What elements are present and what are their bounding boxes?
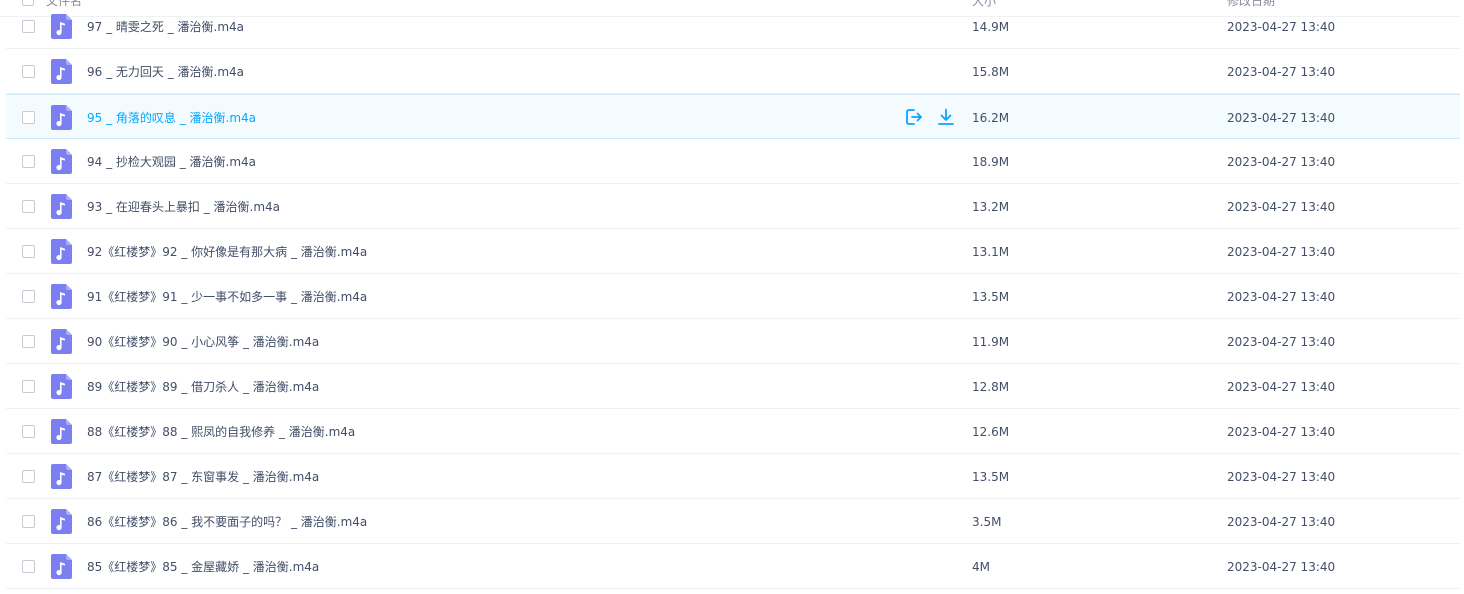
file-row[interactable]: 86《红楼梦》86 _ 我不要面子的吗？ _ 潘治衡.m4a 3.5M 2023-0… <box>6 499 1464 544</box>
file-name[interactable]: 92《红楼梦》92 _ 你好像是有那大病 _ 潘治衡.m4a <box>87 244 367 260</box>
music-file-icon <box>51 464 72 489</box>
music-file-icon <box>51 419 72 444</box>
file-date: 2023-04-27 13:40 <box>1227 515 1336 529</box>
file-date: 2023-04-27 13:40 <box>1227 290 1336 304</box>
file-name[interactable]: 87《红楼梦》87 _ 东窗事发 _ 潘治衡.m4a <box>87 469 319 485</box>
share-icon[interactable] <box>904 107 924 127</box>
file-date: 2023-04-27 13:40 <box>1227 155 1336 169</box>
music-file-icon <box>51 14 72 39</box>
row-checkbox[interactable] <box>22 380 35 393</box>
file-date: 2023-04-27 13:40 <box>1227 335 1336 349</box>
music-file-icon <box>51 105 72 130</box>
scrollbar[interactable] <box>1460 0 1464 594</box>
row-checkbox[interactable] <box>22 20 35 33</box>
file-size: 14.9M <box>972 20 1010 34</box>
file-size: 13.2M <box>972 200 1010 214</box>
file-name[interactable]: 90《红楼梦》90 _ 小心风筝 _ 潘治衡.m4a <box>87 334 319 350</box>
music-file-icon <box>51 509 72 534</box>
file-date: 2023-04-27 13:40 <box>1227 470 1336 484</box>
file-size: 13.5M <box>972 290 1010 304</box>
file-row[interactable]: 95 _ 角落的叹息 _ 潘治衡.m4a 16.2M 2023-04-27 13:4… <box>6 94 1464 139</box>
file-row[interactable]: 87《红楼梦》87 _ 东窗事发 _ 潘治衡.m4a 13.5M 2023-04-2… <box>6 454 1464 499</box>
file-date: 2023-04-27 13:40 <box>1227 111 1336 125</box>
row-checkbox[interactable] <box>22 245 35 258</box>
file-date: 2023-04-27 13:40 <box>1227 65 1336 79</box>
file-list: 97 _ 晴雯之死 _ 潘治衡.m4a 14.9M 2023-04-27 13:40… <box>6 4 1464 589</box>
file-row[interactable]: 97 _ 晴雯之死 _ 潘治衡.m4a 14.9M 2023-04-27 13:40 <box>6 4 1464 49</box>
music-file-icon <box>51 374 72 399</box>
file-date: 2023-04-27 13:40 <box>1227 245 1336 259</box>
file-name[interactable]: 95 _ 角落的叹息 _ 潘治衡.m4a <box>87 110 256 126</box>
file-name[interactable]: 88《红楼梦》88 _ 熙凤的自我修养 _ 潘治衡.m4a <box>87 424 355 440</box>
row-checkbox[interactable] <box>22 200 35 213</box>
music-file-icon <box>51 554 72 579</box>
file-name[interactable]: 96 _ 无力回天 _ 潘治衡.m4a <box>87 64 244 80</box>
file-row[interactable]: 88《红楼梦》88 _ 熙凤的自我修养 _ 潘治衡.m4a 12.6M 2023-0… <box>6 409 1464 454</box>
file-date: 2023-04-27 13:40 <box>1227 200 1336 214</box>
file-name[interactable]: 89《红楼梦》89 _ 借刀杀人 _ 潘治衡.m4a <box>87 379 319 395</box>
music-file-icon <box>51 284 72 309</box>
file-date: 2023-04-27 13:40 <box>1227 425 1336 439</box>
file-size: 15.8M <box>972 65 1010 79</box>
music-file-icon <box>51 194 72 219</box>
file-row[interactable]: 94 _ 抄检大观园 _ 潘治衡.m4a 18.9M 2023-04-27 13:4… <box>6 139 1464 184</box>
download-icon[interactable] <box>936 107 956 127</box>
row-checkbox[interactable] <box>22 515 35 528</box>
file-size: 13.1M <box>972 245 1010 259</box>
file-size: 16.2M <box>972 111 1010 125</box>
music-file-icon <box>51 149 72 174</box>
file-name[interactable]: 97 _ 晴雯之死 _ 潘治衡.m4a <box>87 19 244 35</box>
file-size: 12.6M <box>972 425 1010 439</box>
music-file-icon <box>51 239 72 264</box>
row-checkbox[interactable] <box>22 335 35 348</box>
file-row[interactable]: 89《红楼梦》89 _ 借刀杀人 _ 潘治衡.m4a 12.8M 2023-04-2… <box>6 364 1464 409</box>
row-checkbox[interactable] <box>22 290 35 303</box>
file-row[interactable]: 85《红楼梦》85 _ 金屋藏娇 _ 潘治衡.m4a 4M 2023-04-27 1… <box>6 544 1464 589</box>
row-checkbox[interactable] <box>22 111 35 124</box>
music-file-icon <box>51 59 72 84</box>
file-row[interactable]: 90《红楼梦》90 _ 小心风筝 _ 潘治衡.m4a 11.9M 2023-04-2… <box>6 319 1464 364</box>
row-checkbox[interactable] <box>22 155 35 168</box>
file-size: 13.5M <box>972 470 1010 484</box>
file-name[interactable]: 91《红楼梦》91 _ 少一事不如多一事 _ 潘治衡.m4a <box>87 289 367 305</box>
file-date: 2023-04-27 13:40 <box>1227 380 1336 394</box>
file-size: 3.5M <box>972 515 1002 529</box>
file-date: 2023-04-27 13:40 <box>1227 20 1336 34</box>
file-date: 2023-04-27 13:40 <box>1227 560 1336 574</box>
file-row[interactable]: 93 _ 在迎春头上暴扣 _ 潘治衡.m4a 13.2M 2023-04-27 13… <box>6 184 1464 229</box>
file-size: 18.9M <box>972 155 1010 169</box>
file-row[interactable]: 96 _ 无力回天 _ 潘治衡.m4a 15.8M 2023-04-27 13:40 <box>6 49 1464 94</box>
file-name[interactable]: 85《红楼梦》85 _ 金屋藏娇 _ 潘治衡.m4a <box>87 559 319 575</box>
file-size: 4M <box>972 560 990 574</box>
file-size: 11.9M <box>972 335 1010 349</box>
file-name[interactable]: 93 _ 在迎春头上暴扣 _ 潘治衡.m4a <box>87 199 280 215</box>
row-checkbox[interactable] <box>22 65 35 78</box>
file-row[interactable]: 91《红楼梦》91 _ 少一事不如多一事 _ 潘治衡.m4a 13.5M 2023-… <box>6 274 1464 319</box>
file-name[interactable]: 86《红楼梦》86 _ 我不要面子的吗？ _ 潘治衡.m4a <box>87 514 367 530</box>
row-checkbox[interactable] <box>22 470 35 483</box>
row-actions <box>904 107 956 129</box>
file-list-page: 文件名 大小 修改日期 97 _ 晴雯之死 _ 潘治衡.m4a 14.9M 2023… <box>0 0 1464 594</box>
row-checkbox[interactable] <box>22 425 35 438</box>
file-size: 12.8M <box>972 380 1010 394</box>
row-checkbox[interactable] <box>22 560 35 573</box>
file-name[interactable]: 94 _ 抄检大观园 _ 潘治衡.m4a <box>87 154 256 170</box>
file-row[interactable]: 92《红楼梦》92 _ 你好像是有那大病 _ 潘治衡.m4a 13.1M 2023-… <box>6 229 1464 274</box>
music-file-icon <box>51 329 72 354</box>
